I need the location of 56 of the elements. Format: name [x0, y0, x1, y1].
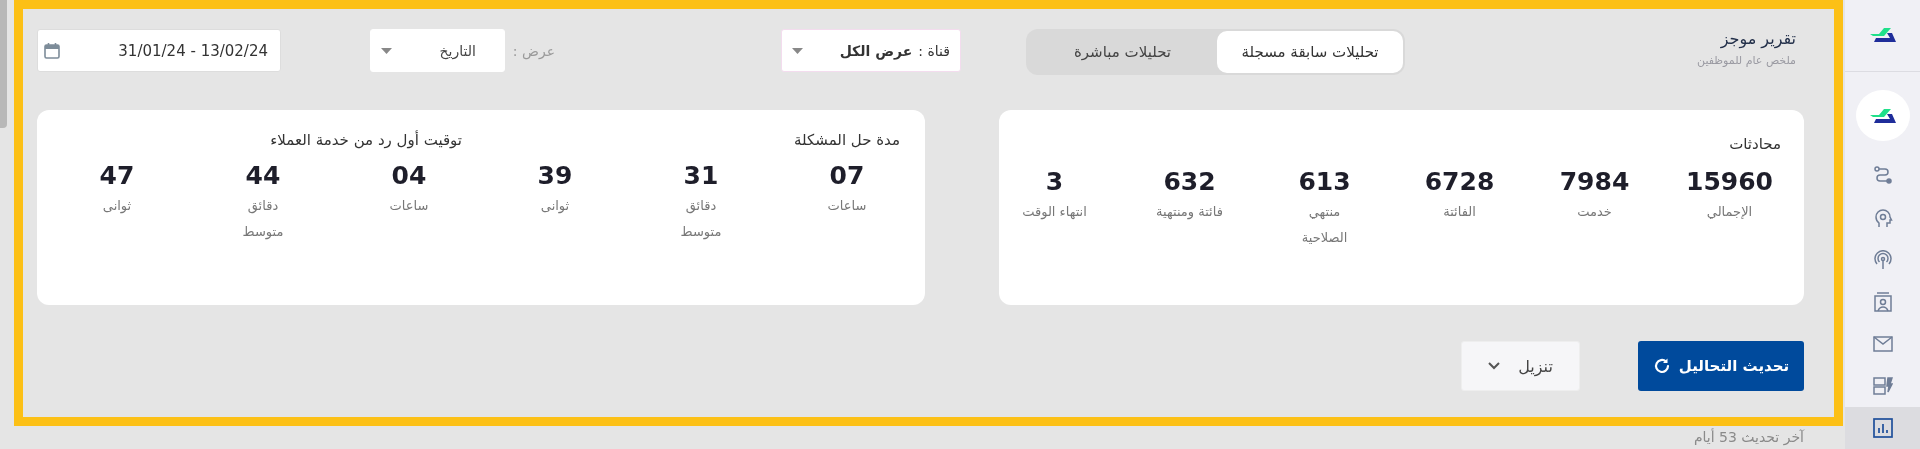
page-title: تقرير موجز: [1719, 29, 1796, 48]
stat-value: 3: [1045, 166, 1064, 198]
scrollbar[interactable]: [0, 0, 7, 128]
stat-label: ثوانى: [540, 197, 570, 216]
stat-label: دقائق: [247, 197, 279, 216]
logo-icon[interactable]: [1869, 28, 1896, 43]
stat-note: متوسط: [242, 223, 284, 242]
broadcast-icon: [1872, 249, 1893, 270]
mail-icon: [1872, 335, 1893, 352]
route-icon: [1872, 165, 1893, 186]
stat-value: 39: [537, 160, 573, 192]
stat-value: 6728: [1424, 166, 1495, 198]
head-gear-icon: [1872, 207, 1893, 228]
stat-value: 7984: [1559, 166, 1630, 198]
stat-value: 44: [245, 160, 281, 192]
card-title: مدة حل المشكلة: [792, 131, 901, 149]
card-title: توقيت أول رد من خدمة العملاء: [269, 131, 463, 149]
chevron-down-icon: [1488, 362, 1501, 370]
calendar-icon: [44, 42, 60, 59]
mode-tab[interactable]: تحليلات مباشرة: [1028, 31, 1217, 73]
stat-value: 15960: [1686, 166, 1773, 198]
stat-label: الإجمالي: [1706, 203, 1753, 221]
stat-value: 613: [1298, 166, 1351, 198]
bar-chart-icon: [1872, 417, 1893, 438]
caret-icon: [792, 47, 803, 54]
date-range-field[interactable]: 31/01/24 - 13/02/24: [37, 29, 281, 72]
stat-label: دقائق: [685, 197, 717, 216]
nav-item[interactable]: [1845, 406, 1920, 449]
stat-value: 31: [683, 160, 719, 192]
stat-value: 632: [1163, 166, 1216, 198]
stat-label: فائتة ومنتهية: [1156, 203, 1223, 222]
stat-label: الفائتة: [1443, 203, 1476, 221]
refresh-button[interactable]: تحديث التحاليل: [1638, 341, 1804, 391]
stat-note: متوسط: [680, 223, 722, 242]
contact-card-icon: [1872, 291, 1893, 312]
server-bolt-icon: [1872, 375, 1893, 396]
stat-value: 07: [829, 160, 865, 192]
stat-label: خدمت: [1577, 203, 1612, 221]
stat-value: 47: [99, 160, 135, 192]
view-dropdown[interactable]: التاريخ: [369, 29, 505, 72]
stat-label: ثوانى: [102, 197, 132, 216]
card-title: محادثات: [1728, 135, 1781, 153]
channel-dropdown[interactable]: قناة : عرض الكل: [781, 29, 961, 72]
stat-label: منتهي الصلاحية: [1301, 203, 1348, 247]
mode-tab[interactable]: تحليلات سابقة مسجلة: [1217, 31, 1403, 73]
page-subtitle: ملخص عام للموظفين: [1696, 54, 1796, 67]
download-button[interactable]: تنزيل: [1461, 341, 1580, 391]
last-update-text: آخر تحديث 53 أيام: [1693, 429, 1804, 445]
logo-icon: [1869, 108, 1896, 123]
stat-label: ساعات: [389, 197, 429, 215]
refresh-icon: [1652, 357, 1671, 375]
stat-label: انتهاء الوقت: [1022, 203, 1087, 222]
view-label: عرض :: [512, 42, 555, 59]
stat-value: 04: [391, 160, 427, 192]
caret-icon: [380, 47, 392, 54]
stat-label: ساعات: [827, 197, 867, 215]
